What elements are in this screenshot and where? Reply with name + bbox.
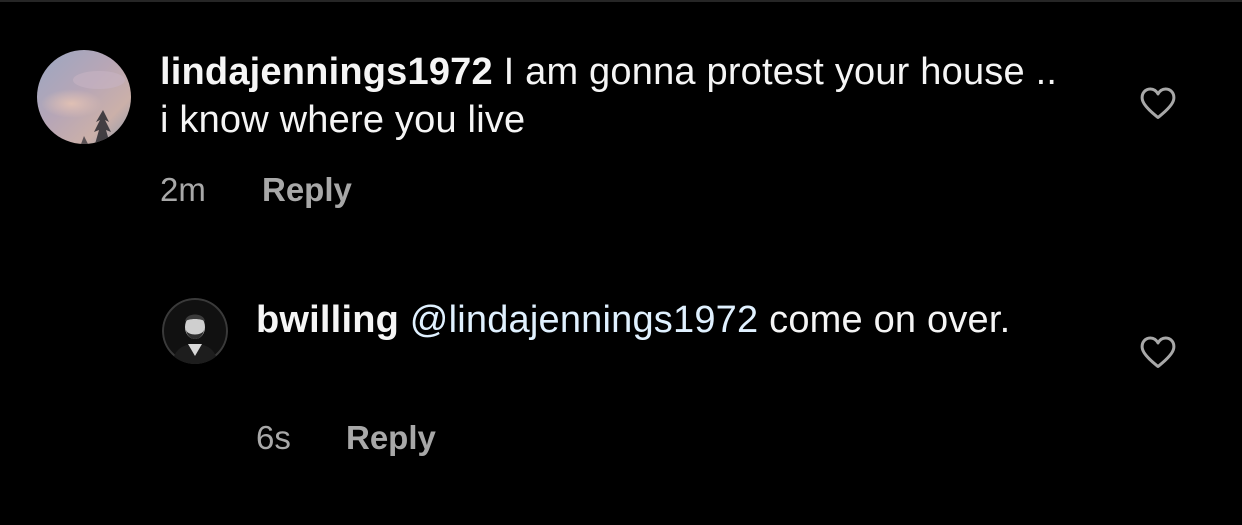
comment-text: lindajennings1972 I am gonna protest you…: [160, 48, 1060, 144]
comment-body: come on over.: [758, 299, 1011, 341]
comment-item: bwilling @lindajennings1972 come on over…: [0, 260, 1242, 525]
comment-timestamp: 2m: [160, 171, 206, 208]
comment-text: bwilling @lindajennings1972 come on over…: [256, 296, 1076, 344]
heart-outline-icon[interactable]: [1138, 83, 1178, 123]
comment-username[interactable]: bwilling: [256, 299, 399, 341]
mention-link[interactable]: @lindajennings1972: [410, 299, 759, 341]
sky-sunset-avatar-icon[interactable]: [37, 50, 131, 144]
reply-button[interactable]: Reply: [346, 418, 436, 458]
comment-username[interactable]: lindajennings1972: [160, 51, 493, 93]
comment-timestamp: 6s: [256, 419, 291, 456]
reply-button[interactable]: Reply: [262, 170, 352, 210]
comment-item: lindajennings1972 I am gonna protest you…: [0, 0, 1242, 260]
person-portrait-avatar-icon[interactable]: [162, 298, 228, 364]
heart-outline-icon[interactable]: [1138, 332, 1178, 372]
